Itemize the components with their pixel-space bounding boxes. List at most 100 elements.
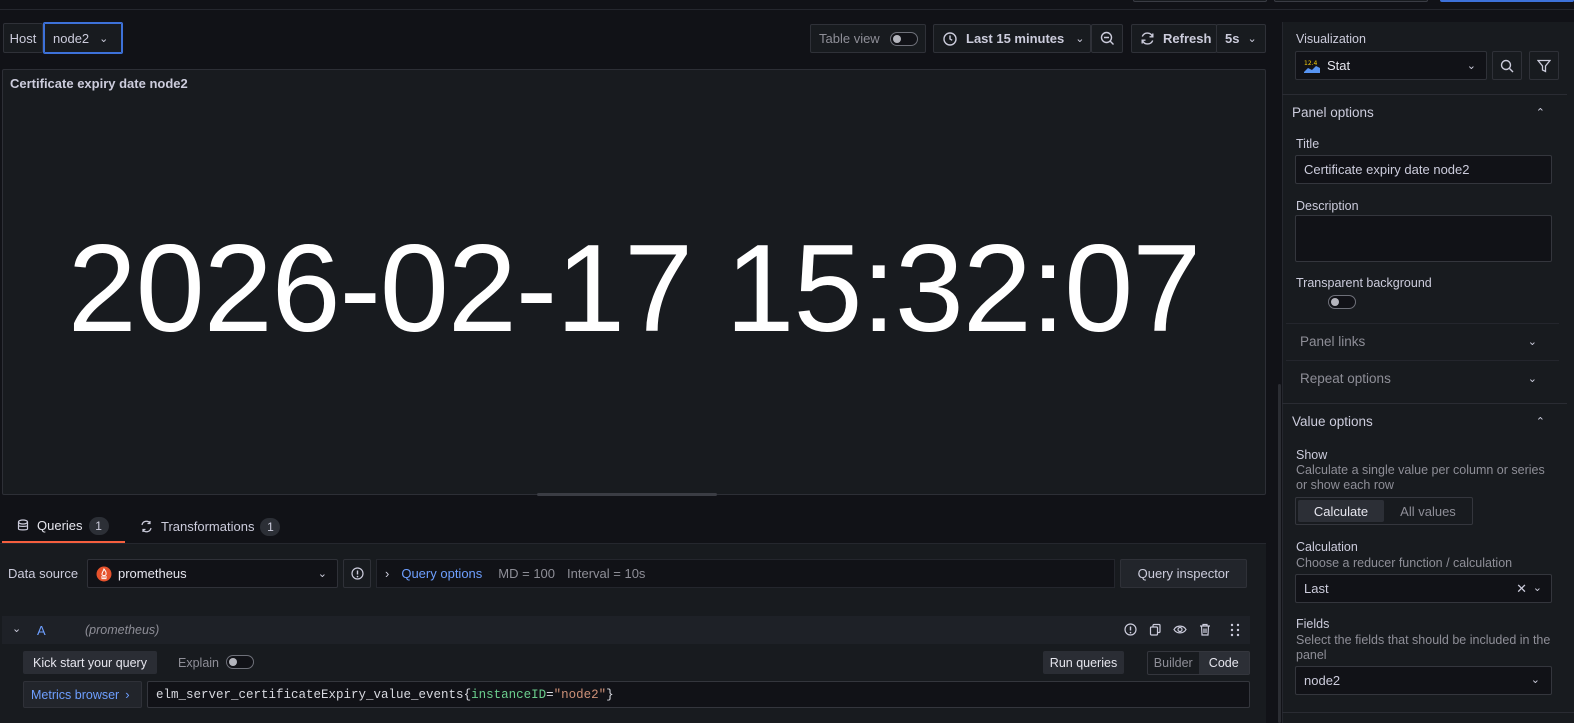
duplicate-icon[interactable] <box>1149 623 1162 636</box>
panel-options-header[interactable]: Panel options ⌃ <box>1282 94 1567 130</box>
panel-preview: Certificate expiry date node2 2026-02-17… <box>2 69 1266 495</box>
fields-description: Select the fields that should be include… <box>1296 633 1551 662</box>
calculation-select[interactable]: Last ✕ ⌄ <box>1295 574 1552 603</box>
host-value: node2 <box>53 30 90 46</box>
table-view-label: Table view <box>819 31 880 46</box>
help-icon <box>350 567 364 580</box>
refresh-button[interactable]: Refresh <box>1131 24 1217 53</box>
datasource-value: prometheus <box>118 566 187 581</box>
query-expression-input[interactable]: elm_server_certificateExpiry_value_event… <box>147 681 1250 708</box>
eye-icon[interactable] <box>1173 624 1187 635</box>
query-row-header <box>2 616 1250 644</box>
tab-transformations[interactable]: Transformations 1 <box>140 510 300 543</box>
tab-transformations-label: Transformations <box>161 519 255 534</box>
host-variable-label: Host <box>3 23 43 53</box>
visualization-value: Stat <box>1327 58 1351 73</box>
table-view-switch[interactable] <box>889 31 918 46</box>
clear-icon[interactable]: ✕ <box>1516 581 1527 597</box>
visualization-picker[interactable]: 12.4 Stat ⌄ <box>1295 51 1487 80</box>
transform-icon <box>141 520 152 533</box>
table-view-toggle[interactable]: Table view <box>810 24 926 53</box>
show-label: Show <box>1296 448 1328 462</box>
query-datasource-name: (prometheus) <box>85 623 160 637</box>
query-inspector-button[interactable]: Query inspector <box>1120 559 1247 588</box>
clock-icon <box>943 31 957 46</box>
chevron-down-icon: ⌄ <box>1532 582 1542 594</box>
title-input-value: Certificate expiry date node2 <box>1304 162 1470 177</box>
query-ref-id[interactable]: A <box>37 623 46 638</box>
refresh-icon <box>1141 32 1154 45</box>
top-button-1[interactable] <box>1133 0 1267 2</box>
chevron-down-icon: ⌄ <box>1527 336 1537 348</box>
time-range-picker[interactable]: Last 15 minutes ⌄ <box>933 24 1091 53</box>
help-icon[interactable] <box>1124 623 1137 636</box>
expr-open-brace: { <box>463 687 472 702</box>
run-queries-button[interactable]: Run queries <box>1043 651 1124 674</box>
title-input[interactable]: Certificate expiry date node2 <box>1295 155 1552 184</box>
transparent-background-toggle[interactable] <box>1327 295 1356 309</box>
top-button-primary[interactable] <box>1440 0 1574 2</box>
host-select[interactable]: node2 ⌄ <box>43 22 123 54</box>
tab-queries-label: Queries <box>37 518 83 533</box>
viz-filter-button[interactable] <box>1529 51 1559 80</box>
tab-queries[interactable]: Queries 1 <box>2 510 125 543</box>
expr-label-key: instanceID <box>471 687 547 702</box>
datasource-label: Data source <box>8 566 79 581</box>
drag-handle-icon[interactable] <box>1230 623 1240 637</box>
search-icon <box>1500 59 1514 72</box>
show-calculate-option[interactable]: Calculate <box>1298 500 1384 522</box>
database-icon <box>17 519 29 531</box>
chevron-right-icon: › <box>125 687 130 702</box>
show-all-values-option[interactable]: All values <box>1386 500 1470 522</box>
expr-equals: = <box>546 687 554 702</box>
expr-close-brace: } <box>606 687 614 702</box>
description-input[interactable] <box>1295 215 1552 262</box>
refresh-interval-picker[interactable]: 5s ⌄ <box>1216 24 1266 53</box>
repeat-options-header[interactable]: Repeat options ⌄ <box>1286 360 1559 396</box>
collapse-chevron-icon[interactable]: ⌄ <box>12 622 21 635</box>
chevron-down-icon: ⌄ <box>1466 60 1476 72</box>
calculation-description: Choose a reducer function / calculation <box>1296 556 1513 570</box>
top-button-2[interactable] <box>1274 0 1428 2</box>
query-options-bar[interactable]: › Query options MD = 100 Interval = 10s <box>376 559 1115 588</box>
transformations-count-badge: 1 <box>260 517 281 536</box>
interval-value: Interval = 10s <box>567 566 646 581</box>
panel-links-header[interactable]: Panel links ⌄ <box>1286 323 1559 359</box>
svg-text:12.4: 12.4 <box>1304 60 1318 67</box>
chevron-down-icon: ⌄ <box>1530 674 1540 686</box>
builder-mode-button[interactable]: Builder <box>1148 652 1199 674</box>
run-queries-label: Run queries <box>1049 655 1118 670</box>
time-range-label: Last 15 minutes <box>966 31 1065 46</box>
chevron-down-icon: ⌄ <box>1527 373 1537 385</box>
query-options-label[interactable]: Query options <box>401 566 482 581</box>
chevron-down-icon: ⌄ <box>1075 33 1085 45</box>
trash-icon[interactable] <box>1199 623 1211 636</box>
kick-start-button[interactable]: Kick start your query <box>23 651 157 674</box>
fields-label: Fields <box>1296 617 1330 631</box>
fields-select[interactable]: node2 ⌄ <box>1295 666 1552 695</box>
refresh-interval-value: 5s <box>1225 31 1240 46</box>
value-options-label: Value options <box>1292 414 1373 429</box>
kick-start-label: Kick start your query <box>33 655 147 670</box>
viz-search-button[interactable] <box>1492 51 1522 80</box>
metrics-browser-button[interactable]: Metrics browser › <box>23 681 142 708</box>
code-mode-button[interactable]: Code <box>1198 652 1249 674</box>
expr-label-value: "node2" <box>553 687 607 702</box>
prometheus-icon <box>96 566 112 581</box>
explain-toggle[interactable] <box>226 655 254 669</box>
scrollbar[interactable] <box>1278 384 1281 723</box>
queries-count-badge: 1 <box>88 516 109 535</box>
chevron-up-icon: ⌃ <box>1535 416 1545 428</box>
editor-mode-switch: Builder Code <box>1147 651 1250 675</box>
datasource-help-button[interactable] <box>343 559 371 588</box>
value-options-header[interactable]: Value options ⌃ <box>1282 403 1567 439</box>
refresh-label: Refresh <box>1163 31 1212 46</box>
zoom-out-button[interactable] <box>1091 24 1123 53</box>
visualization-label: Visualization <box>1296 32 1366 46</box>
chevron-down-icon: ⌄ <box>1247 33 1257 45</box>
datasource-select[interactable]: prometheus ⌄ <box>87 559 338 588</box>
calculation-label: Calculation <box>1296 540 1358 554</box>
stat-value: 2026-02-17 15:32:07 <box>67 220 1201 358</box>
panel-options-label: Panel options <box>1292 105 1374 120</box>
resize-handle[interactable] <box>537 493 717 496</box>
